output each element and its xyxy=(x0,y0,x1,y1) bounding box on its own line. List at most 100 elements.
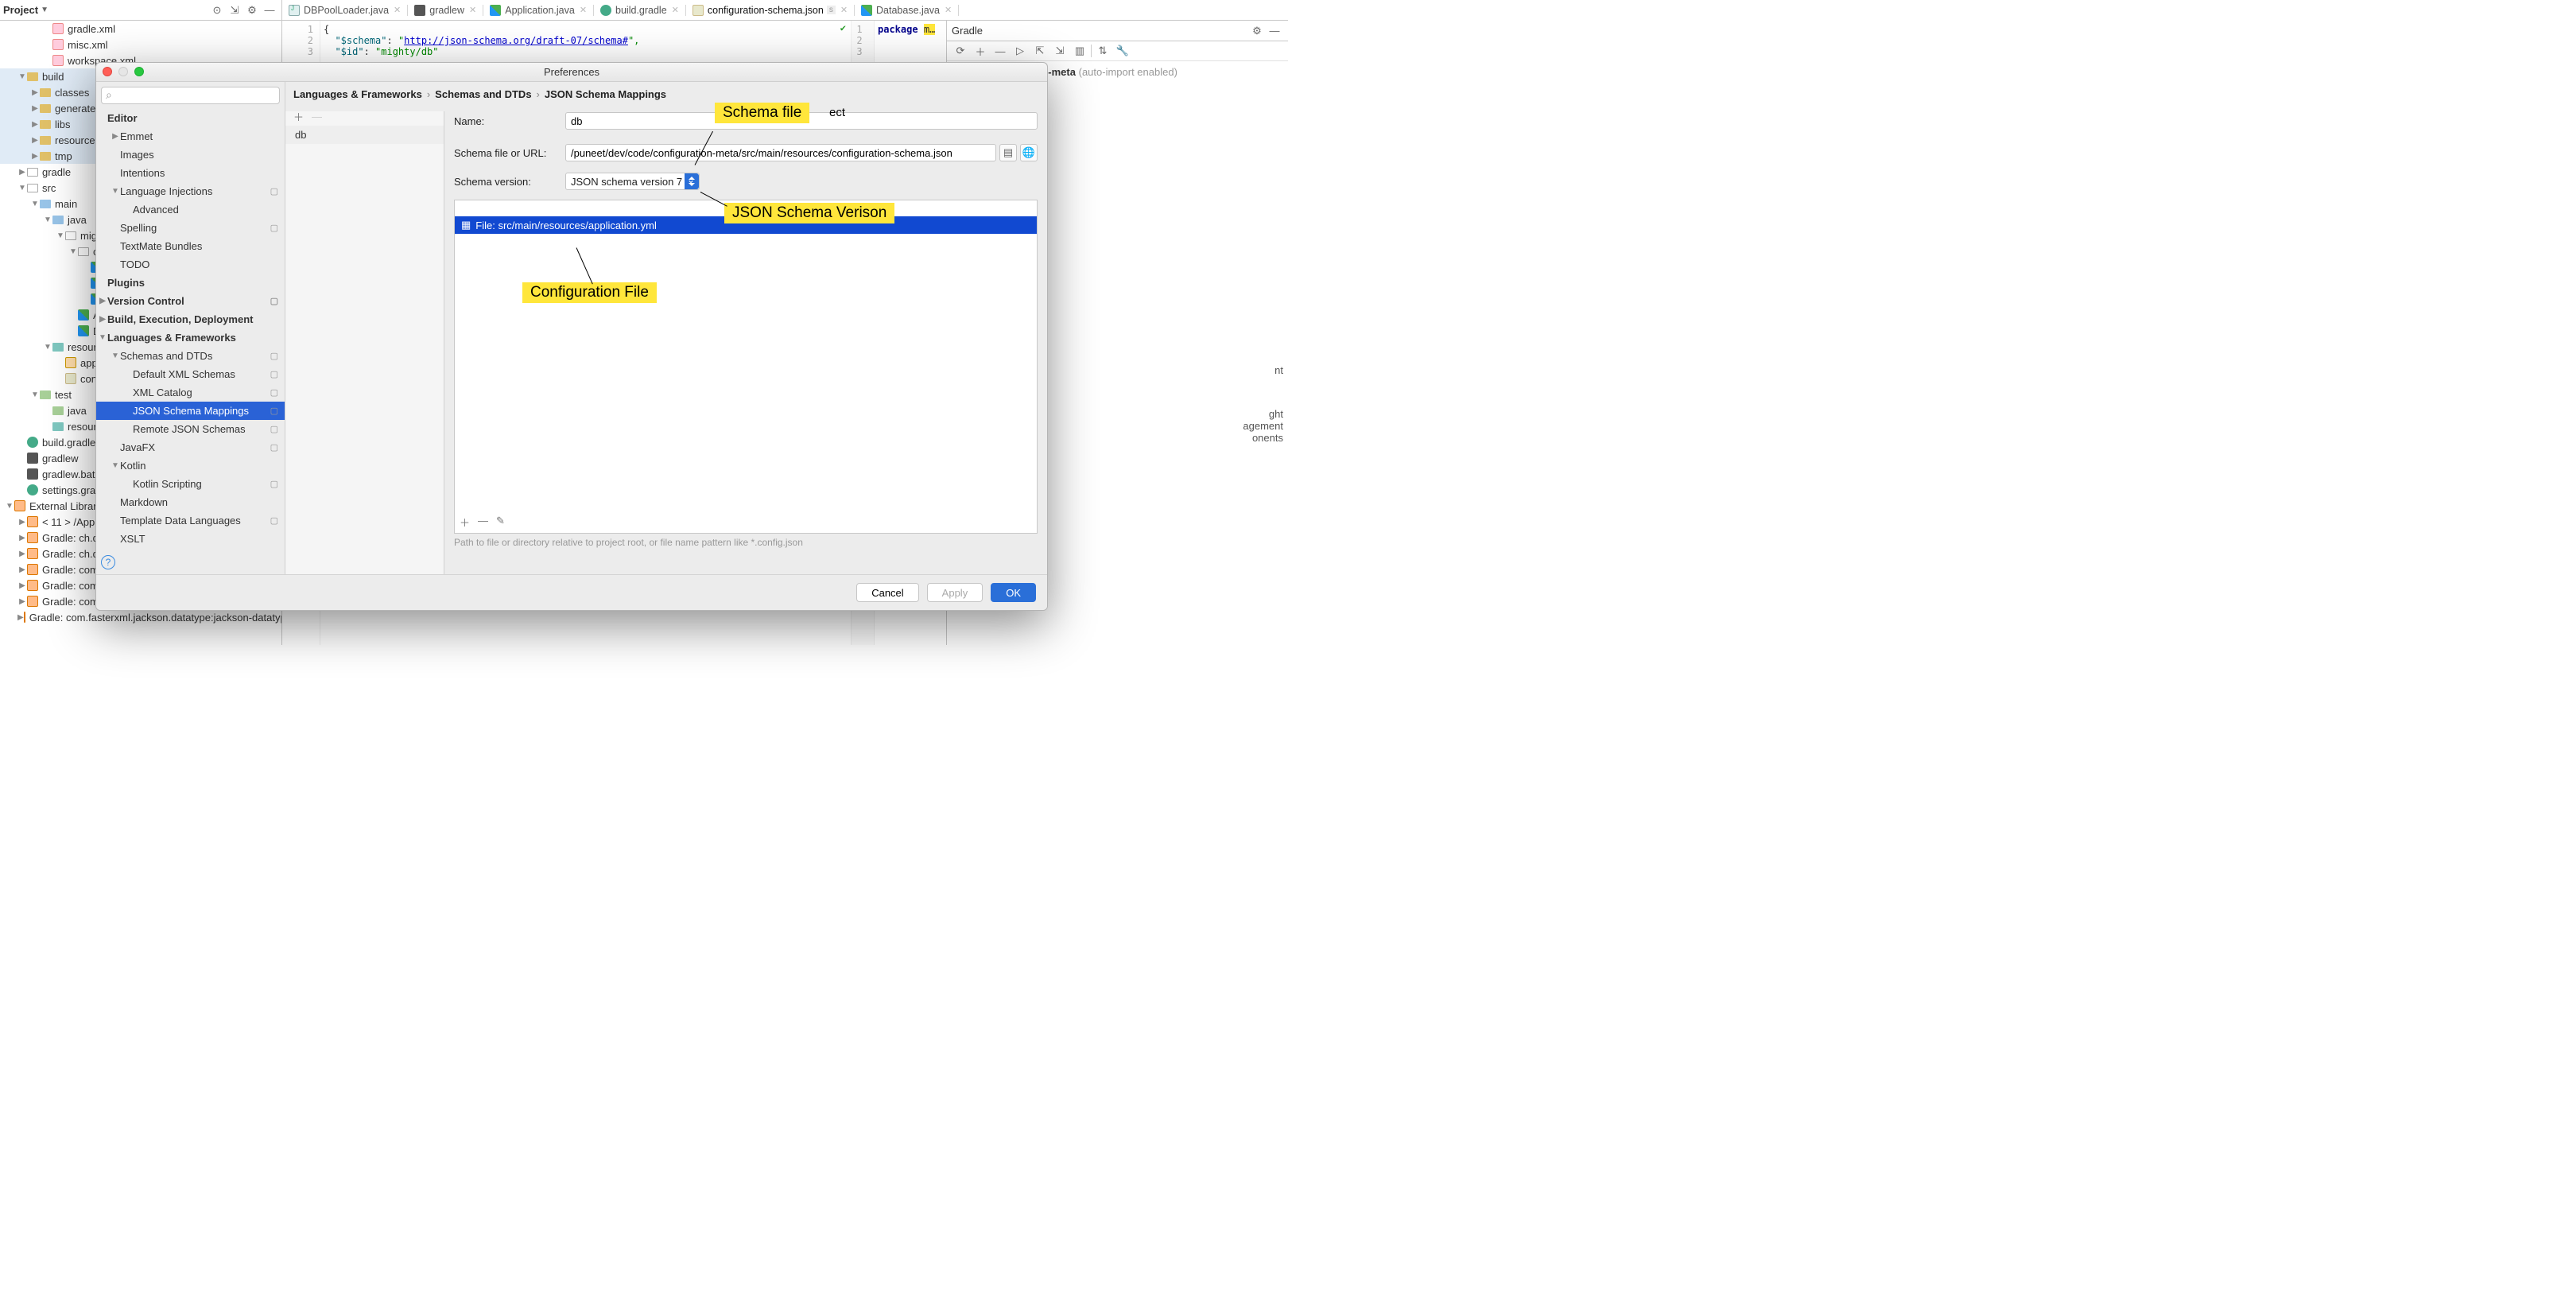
cancel-button[interactable]: Cancel xyxy=(856,583,918,602)
edit-file-icon[interactable]: ✎ xyxy=(496,515,505,530)
expand-arrow-icon[interactable]: ▼ xyxy=(111,461,120,470)
close-tab-icon[interactable]: ✕ xyxy=(394,5,401,15)
pref-category[interactable]: Plugins xyxy=(96,274,285,292)
pref-category[interactable]: Kotlin Scripting▢ xyxy=(96,475,285,493)
pref-category[interactable]: Editor xyxy=(96,109,285,127)
schema-version-select[interactable]: JSON schema version 7 xyxy=(565,173,700,190)
expand-arrow-icon[interactable]: ▼ xyxy=(43,216,52,224)
pref-category[interactable]: Default XML Schemas▢ xyxy=(96,365,285,383)
schema-file-input[interactable] xyxy=(565,144,996,161)
collapse-icon[interactable]: ⇲ xyxy=(228,4,241,17)
close-tab-icon[interactable]: ✕ xyxy=(469,5,476,15)
pref-category[interactable]: ▼Language Injections▢ xyxy=(96,182,285,200)
expand-arrow-icon[interactable]: ▶ xyxy=(30,88,40,97)
pref-category[interactable]: Images xyxy=(96,146,285,164)
expand-arrow-icon[interactable]: ▼ xyxy=(68,247,78,256)
editor-tab[interactable]: configuration-schema.json s✕ xyxy=(686,5,855,16)
pref-category[interactable]: TextMate Bundles xyxy=(96,237,285,255)
expand-arrow-icon[interactable]: ▼ xyxy=(17,72,27,81)
ok-button[interactable]: OK xyxy=(991,583,1036,602)
locate-icon[interactable]: ⊙ xyxy=(211,4,223,17)
expand-arrow-icon[interactable]: ▶ xyxy=(111,132,120,141)
expand-arrow-icon[interactable]: ▼ xyxy=(111,187,120,196)
pref-category[interactable]: Spelling▢ xyxy=(96,219,285,237)
pref-category[interactable]: ▼Schemas and DTDs▢ xyxy=(96,347,285,365)
editor-tab[interactable]: gradlew✕ xyxy=(408,5,483,16)
expand-arrow-icon[interactable]: ▶ xyxy=(30,152,40,161)
close-tab-icon[interactable]: ✕ xyxy=(945,5,952,15)
expand-arrow-icon[interactable]: ▶ xyxy=(30,120,40,129)
file-mappings[interactable]: ▦ File: src/main/resources/application.y… xyxy=(454,200,1038,534)
close-icon[interactable] xyxy=(103,67,112,76)
expand-arrow-icon[interactable]: ▶ xyxy=(98,297,107,305)
pref-category[interactable]: XML Catalog▢ xyxy=(96,383,285,402)
expand-arrow-icon[interactable]: ▼ xyxy=(30,390,40,399)
expand-arrow-icon[interactable]: ▼ xyxy=(43,343,52,352)
wrench-icon[interactable]: 🔧 xyxy=(1116,45,1129,57)
browse-url-icon[interactable]: 🌐 xyxy=(1020,144,1038,161)
tree-node[interactable]: ▶ Gradle: com.fasterxml.jackson.datatype… xyxy=(0,609,281,625)
remove-file-icon[interactable]: — xyxy=(478,515,488,530)
preferences-search[interactable] xyxy=(101,87,280,104)
expand-arrow-icon[interactable]: ▶ xyxy=(17,550,27,558)
add-file-icon[interactable]: ＋ xyxy=(460,515,470,530)
add-icon[interactable]: ＋ xyxy=(974,45,987,57)
editor-tab[interactable]: build.gradle✕ xyxy=(594,5,686,16)
close-tab-icon[interactable]: ✕ xyxy=(672,5,679,15)
expand-arrow-icon[interactable]: ▼ xyxy=(111,352,120,360)
expand-arrow-icon[interactable]: ▶ xyxy=(17,168,27,177)
pref-category[interactable]: Remote JSON Schemas▢ xyxy=(96,420,285,438)
expand-icon[interactable]: ⇱ xyxy=(1034,45,1046,57)
editor-tab[interactable]: Database.java✕ xyxy=(855,5,959,16)
expand-arrow-icon[interactable]: ▶ xyxy=(17,613,24,622)
pref-category[interactable]: ▼Languages & Frameworks xyxy=(96,328,285,347)
expand-arrow-icon[interactable]: ▶ xyxy=(17,534,27,542)
hide-icon[interactable]: — xyxy=(1268,25,1281,37)
expand-arrow-icon[interactable]: ▶ xyxy=(98,315,107,324)
expand-arrow-icon[interactable]: ▼ xyxy=(5,502,14,511)
pref-category[interactable]: Intentions xyxy=(96,164,285,182)
schema-list-item[interactable]: db xyxy=(285,126,444,144)
expand-arrow-icon[interactable]: ▼ xyxy=(17,184,27,192)
expand-arrow-icon[interactable]: ▼ xyxy=(30,200,40,208)
gear-icon[interactable]: ⚙ xyxy=(246,4,258,17)
pref-category[interactable]: Template Data Languages▢ xyxy=(96,511,285,530)
dialog-titlebar[interactable]: Preferences xyxy=(96,63,1047,82)
project-view-dropdown[interactable]: ▼ xyxy=(41,6,48,14)
offline-icon[interactable]: ⇅ xyxy=(1096,45,1109,57)
editor-tab[interactable]: DBPoolLoader.java✕ xyxy=(282,5,408,16)
editor-tab[interactable]: Application.java✕ xyxy=(483,5,594,16)
expand-arrow-icon[interactable]: ▶ xyxy=(17,518,27,526)
run-icon[interactable]: ▷ xyxy=(1014,45,1026,57)
pref-category[interactable]: JSON Schema Mappings▢ xyxy=(96,402,285,420)
pref-category[interactable]: XSLT xyxy=(96,530,285,548)
toggle-icon[interactable]: ▥ xyxy=(1073,45,1086,57)
expand-arrow-icon[interactable]: ▶ xyxy=(17,581,27,590)
hide-icon[interactable]: — xyxy=(263,4,276,17)
refresh-icon[interactable]: ⟳ xyxy=(954,45,967,57)
gradle-toolbar[interactable]: ⟳ ＋ — ▷ ⇱ ⇲ ▥ ⇅ 🔧 xyxy=(947,41,1288,61)
pref-category[interactable]: ▶Emmet xyxy=(96,127,285,146)
remove-mapping-icon[interactable]: — xyxy=(312,111,322,122)
expand-arrow-icon[interactable]: ▼ xyxy=(98,333,107,342)
pref-category[interactable]: ▼Kotlin xyxy=(96,457,285,475)
expand-arrow-icon[interactable]: ▶ xyxy=(30,104,40,113)
pref-category[interactable]: ▶Build, Execution, Deployment xyxy=(96,310,285,328)
pref-category[interactable]: ▶Version Control▢ xyxy=(96,292,285,310)
help-icon[interactable]: ? xyxy=(101,555,115,569)
close-tab-icon[interactable]: ✕ xyxy=(580,5,587,15)
schema-url-link[interactable]: http://json-schema.org/draft-07/schema# xyxy=(404,35,628,46)
expand-arrow-icon[interactable]: ▶ xyxy=(30,136,40,145)
expand-arrow-icon[interactable]: ▶ xyxy=(17,565,27,574)
close-tab-icon[interactable]: ✕ xyxy=(840,5,848,15)
pref-category[interactable]: TODO xyxy=(96,255,285,274)
tree-node[interactable]: misc.xml xyxy=(0,37,281,52)
browse-file-icon[interactable]: ▤ xyxy=(999,144,1017,161)
zoom-icon[interactable] xyxy=(134,67,144,76)
pref-category[interactable]: Markdown xyxy=(96,493,285,511)
pref-category[interactable]: JavaFX▢ xyxy=(96,438,285,457)
preferences-categories[interactable]: Editor▶EmmetImagesIntentions▼Language In… xyxy=(96,109,285,550)
expand-arrow-icon[interactable]: ▼ xyxy=(56,231,65,240)
pref-category[interactable]: Advanced xyxy=(96,200,285,219)
gear-icon[interactable]: ⚙ xyxy=(1251,25,1263,37)
